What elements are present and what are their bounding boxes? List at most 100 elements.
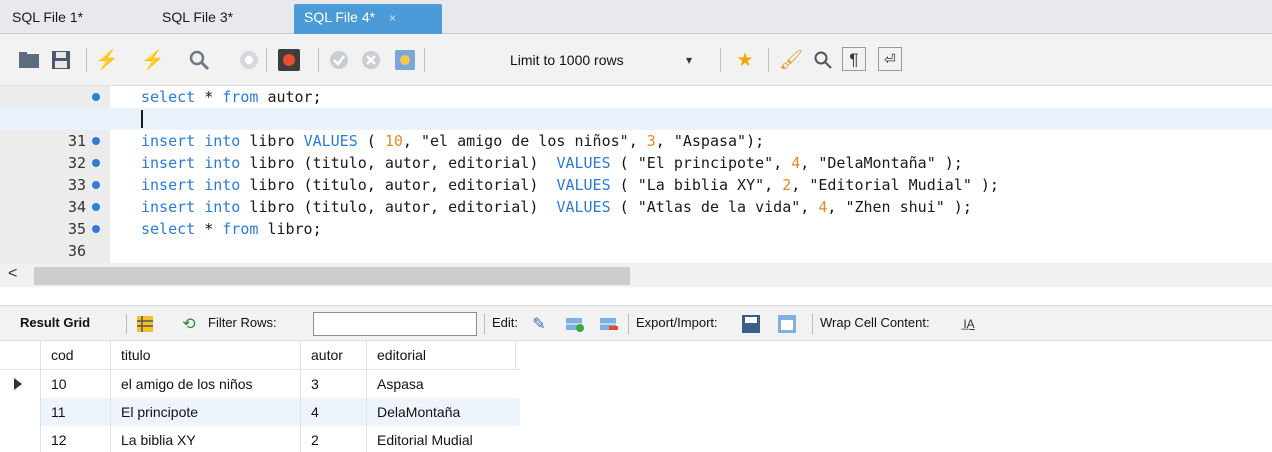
code-text: insert into libro (titulo, autor, editor… <box>141 176 999 194</box>
text-caret <box>141 110 143 128</box>
export-icon[interactable] <box>740 313 762 335</box>
statement-marker-icon <box>92 137 100 145</box>
limit-rows-value: Limit to 1000 rows <box>510 52 624 68</box>
code-text: select * from autor; <box>141 88 322 106</box>
wrap-cell-content-label: Wrap Cell Content: <box>820 315 930 330</box>
wrap-cell-icon[interactable]: I̲A <box>958 313 980 335</box>
code-text: select * from libro; <box>141 220 322 238</box>
cell-autor[interactable]: 2 <box>300 426 366 452</box>
cell-cod[interactable]: 11 <box>40 398 110 426</box>
toggle-continue-icon[interactable] <box>276 47 302 73</box>
statement-marker-icon <box>92 225 100 233</box>
commit-icon[interactable] <box>326 47 352 73</box>
code-text: insert into libro (titulo, autor, editor… <box>141 154 963 172</box>
sql-editor[interactable]: 30 select * from autor; 31 32 insert int… <box>0 86 1272 263</box>
scrollbar-thumb[interactable] <box>34 267 630 285</box>
row-selector[interactable] <box>0 370 40 398</box>
cell-autor[interactable]: 3 <box>300 370 366 398</box>
wrap-icon[interactable]: ⏎ <box>878 47 902 71</box>
tab-sql-file-4[interactable]: SQL File 4* × <box>294 4 442 34</box>
delete-row-icon[interactable] <box>598 313 620 335</box>
cell-editorial[interactable]: DelaMontaña <box>366 398 516 426</box>
invisible-chars-icon[interactable]: ¶ <box>842 47 866 71</box>
limit-rows-select[interactable]: Limit to 1000 rows ▾ <box>508 48 708 72</box>
code-line: 35 insert into libro (titulo, autor, edi… <box>0 196 1272 238</box>
find-icon[interactable] <box>810 47 836 73</box>
editor-toolbar: ⚡ ⚡ Limit to 1000 rows ▾ ★ 🖌 ¶ ⏎ <box>0 34 1272 86</box>
cell-cod[interactable]: 12 <box>40 426 110 452</box>
scroll-left-icon[interactable]: < <box>8 265 17 283</box>
open-folder-icon[interactable] <box>16 47 42 73</box>
tab-label: SQL File 1* <box>12 9 84 25</box>
code-line: 36 select * from libro; <box>0 218 1272 260</box>
code-line: 30 select * from autor; <box>0 86 1272 128</box>
table-row[interactable]: 11 El principote 4 DelaMontaña <box>0 398 520 426</box>
rollback-icon[interactable] <box>358 47 384 73</box>
statement-marker-icon <box>92 181 100 189</box>
tab-label: SQL File 4* <box>304 9 376 25</box>
toolbar-separator <box>126 314 127 334</box>
column-header-editorial[interactable]: editorial <box>366 341 516 369</box>
cell-titulo[interactable]: El principote <box>110 398 300 426</box>
stop-icon[interactable] <box>236 47 262 73</box>
cell-titulo[interactable]: La biblia XY <box>110 426 300 452</box>
statement-marker-icon <box>92 159 100 167</box>
current-row-icon <box>14 378 22 390</box>
import-icon[interactable] <box>776 313 798 335</box>
toolbar-separator <box>768 48 769 72</box>
refresh-icon[interactable]: ⟲ <box>178 313 200 335</box>
cell-editorial[interactable]: Aspasa <box>366 370 516 398</box>
tab-label: SQL File 3* <box>162 9 234 25</box>
table-row[interactable]: 10 el amigo de los niños 3 Aspasa <box>0 370 520 398</box>
edit-label: Edit: <box>492 315 519 330</box>
code-text: insert into libro VALUES ( 10, "el amigo… <box>141 132 765 150</box>
result-toolbar: Result Grid ⟲ Filter Rows: Edit: ✎ Expor… <box>0 305 1272 341</box>
autocommit-icon[interactable] <box>392 47 418 73</box>
code-line: 34 insert into libro (titulo, autor, edi… <box>0 174 1272 216</box>
toolbar-separator <box>266 48 267 72</box>
execute-current-icon[interactable]: ⚡ <box>140 47 166 73</box>
tab-bar: SQL File 1* SQL File 3* SQL File 4* × <box>0 0 1272 34</box>
statement-marker-icon <box>92 93 100 101</box>
code-line: 33 insert into libro (titulo, autor, edi… <box>0 152 1272 194</box>
export-import-label: Export/Import: <box>636 315 718 330</box>
statement-marker-icon <box>92 203 100 211</box>
toolbar-separator <box>318 48 319 72</box>
execute-icon[interactable]: ⚡ <box>94 47 120 73</box>
toolbar-separator <box>812 314 813 334</box>
line-number: 36 <box>67 242 86 260</box>
result-grid-tab[interactable]: Result Grid <box>20 315 90 330</box>
bookmark-icon[interactable]: ★ <box>732 47 758 73</box>
filter-rows-label: Filter Rows: <box>208 315 277 330</box>
code-text: insert into libro (titulo, autor, editor… <box>141 198 972 216</box>
cell-autor[interactable]: 4 <box>300 398 366 426</box>
table-row[interactable]: 12 La biblia XY 2 Editorial Mudial <box>0 426 520 452</box>
cell-titulo[interactable]: el amigo de los niños <box>110 370 300 398</box>
chevron-down-icon: ▾ <box>686 53 693 67</box>
tab-sql-file-1[interactable]: SQL File 1* <box>2 4 93 34</box>
grid-view-icon[interactable] <box>134 313 156 335</box>
cell-cod[interactable]: 10 <box>40 370 110 398</box>
add-row-icon[interactable] <box>564 313 586 335</box>
beautify-icon[interactable]: 🖌 <box>778 47 804 73</box>
column-header-autor[interactable]: autor <box>300 341 366 369</box>
edit-row-icon[interactable]: ✎ <box>528 313 550 335</box>
filter-rows-input[interactable] <box>313 312 477 336</box>
horizontal-scrollbar[interactable]: < <box>0 263 1272 287</box>
toolbar-separator <box>628 314 629 334</box>
row-selector[interactable] <box>0 398 40 426</box>
toolbar-separator <box>484 314 485 334</box>
code-line-current: 31 <box>0 108 1272 150</box>
save-icon[interactable] <box>48 47 74 73</box>
tab-sql-file-3[interactable]: SQL File 3* <box>152 4 243 34</box>
row-selector[interactable] <box>0 426 40 452</box>
column-header-titulo[interactable]: titulo <box>110 341 300 369</box>
column-header-cod[interactable]: cod <box>40 341 110 369</box>
close-icon[interactable]: × <box>389 11 396 25</box>
code-line: 32 insert into libro VALUES ( 10, "el am… <box>0 130 1272 172</box>
grid-header: cod titulo autor editorial <box>0 341 520 369</box>
cell-editorial[interactable]: Editorial Mudial <box>366 426 516 452</box>
explain-icon[interactable] <box>186 47 212 73</box>
toolbar-separator <box>424 48 425 72</box>
toolbar-separator <box>86 48 87 72</box>
